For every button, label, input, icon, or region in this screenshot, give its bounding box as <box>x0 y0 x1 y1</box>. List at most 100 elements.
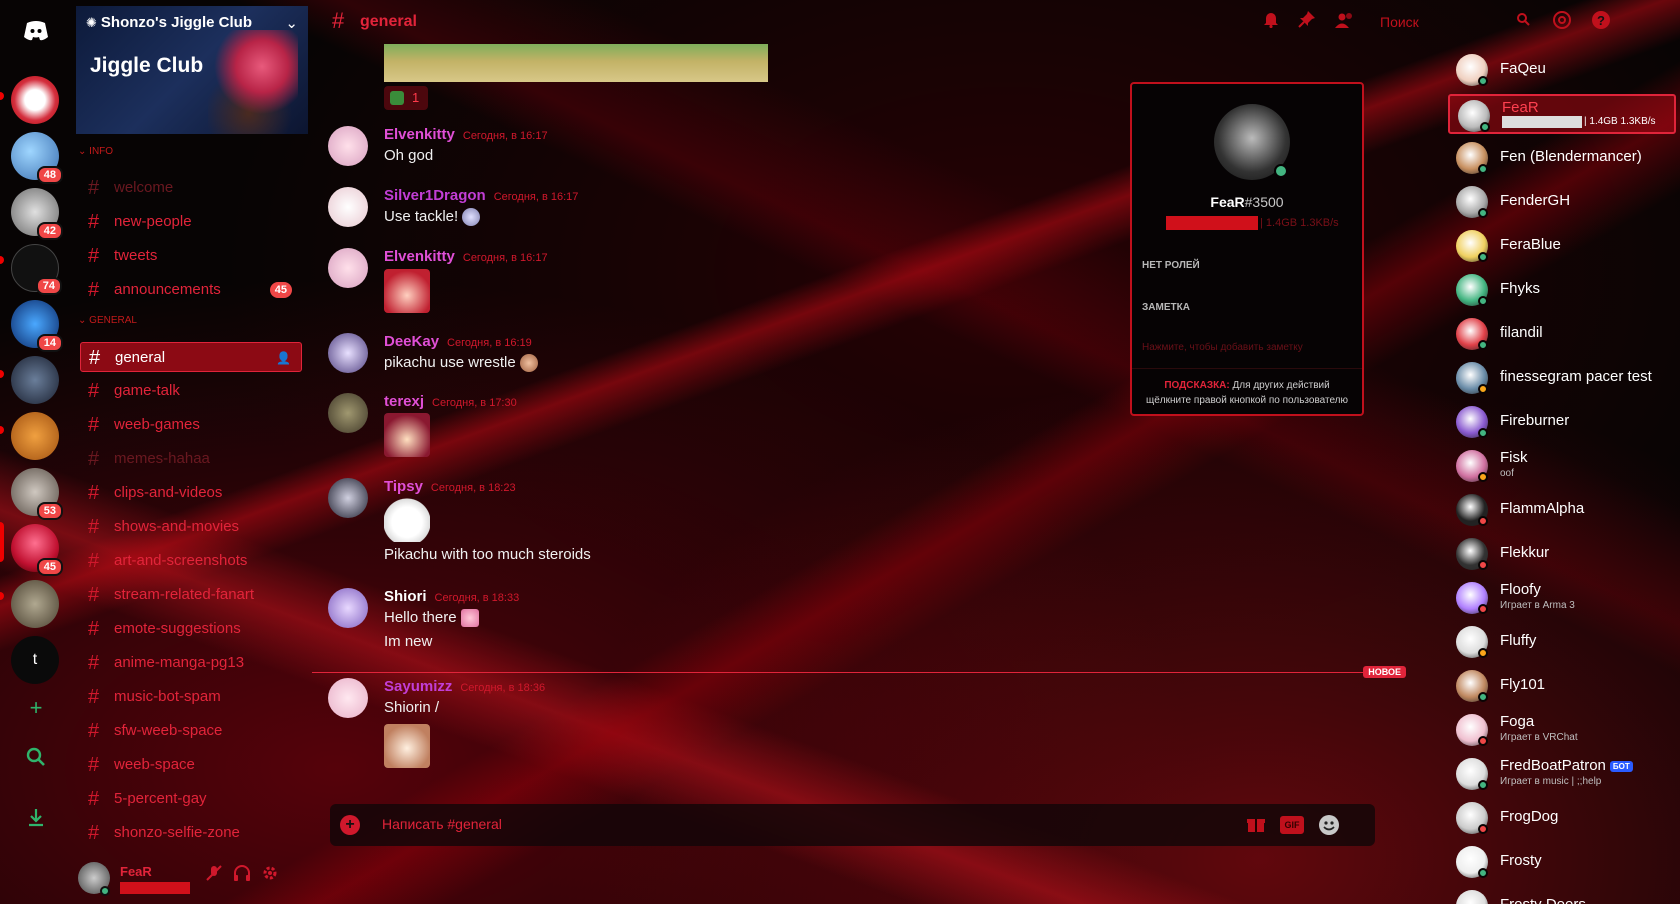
discord-home-icon[interactable] <box>22 20 50 48</box>
author-name[interactable]: Tipsy <box>384 478 423 495</box>
gif-button[interactable]: GIF <box>1280 816 1304 834</box>
member-item[interactable]: FlammAlpha <box>1448 490 1676 530</box>
channel-clips-and-videos[interactable]: # clips-and-videos <box>80 478 302 508</box>
member-item[interactable]: Floofy Играет в Arma 3 <box>1448 578 1676 618</box>
emoji-icon[interactable] <box>519 354 538 373</box>
avatar[interactable] <box>328 393 368 433</box>
emoji-icon[interactable] <box>460 609 479 628</box>
search-servers-icon[interactable] <box>22 746 50 774</box>
message-author[interactable]: terexj Сегодня, в 17:30 <box>384 393 517 410</box>
author-name[interactable]: Sayumizz <box>384 678 452 695</box>
message-author[interactable]: Silver1Dragon Сегодня, в 16:17 <box>384 187 578 204</box>
embedded-image[interactable] <box>384 44 768 82</box>
avatar[interactable] <box>328 478 368 518</box>
channel-new-people[interactable]: # new-people <box>80 207 302 237</box>
emote-sticker[interactable] <box>384 269 430 313</box>
message-author[interactable]: Elvenkitty Сегодня, в 16:17 <box>384 248 548 265</box>
emote-sticker[interactable] <box>384 413 430 457</box>
avatar[interactable] <box>328 187 368 227</box>
invite-member-icon[interactable]: 👤 <box>276 343 291 373</box>
message-author[interactable]: Elvenkitty Сегодня, в 16:17 <box>384 126 548 143</box>
add-server-icon[interactable]: + <box>22 694 50 722</box>
channel-anime-manga-pg13[interactable]: # anime-manga-pg13 <box>80 648 302 678</box>
member-item[interactable]: Fhyks <box>1448 270 1676 310</box>
channel-welcome[interactable]: # welcome <box>80 173 302 203</box>
channel-general[interactable]: # general 👤 <box>80 342 302 372</box>
server-icon[interactable]: 74 <box>11 244 62 295</box>
author-name[interactable]: terexj <box>384 393 424 410</box>
channel-shows-and-movies[interactable]: # shows-and-movies <box>80 512 302 542</box>
gift-icon[interactable] <box>1245 814 1267 836</box>
channel-announcements[interactable]: # announcements 45 <box>80 275 302 305</box>
pin-icon[interactable] <box>1295 10 1319 34</box>
member-item[interactable]: Fireburner <box>1448 402 1676 442</box>
avatar[interactable] <box>328 333 368 373</box>
channel-stream-related-fanart[interactable]: # stream-related-fanart <box>80 580 302 610</box>
author-name[interactable]: Shiori <box>384 588 427 605</box>
member-item[interactable]: Fen (Blendermancer) <box>1448 138 1676 178</box>
message-author[interactable]: Sayumizz Сегодня, в 18:36 <box>384 678 545 695</box>
help-icon[interactable]: ? <box>1589 10 1613 34</box>
author-name[interactable]: DeeKay <box>384 333 439 350</box>
channel-shonzo-selfie-zone[interactable]: # shonzo-selfie-zone <box>80 818 302 848</box>
message-composer[interactable]: + Написать #general GIF <box>330 804 1375 846</box>
category-info[interactable]: INFO <box>78 146 113 157</box>
server-icon[interactable] <box>11 580 59 628</box>
emoji-icon[interactable] <box>462 208 481 227</box>
server-icon[interactable] <box>11 76 59 124</box>
members-list-icon[interactable] <box>1333 10 1357 34</box>
message-author[interactable]: Tipsy Сегодня, в 18:23 <box>384 478 516 495</box>
avatar[interactable] <box>328 588 368 628</box>
member-item[interactable]: filandil <box>1448 314 1676 354</box>
category-general[interactable]: GENERAL <box>78 315 137 326</box>
chevron-down-icon[interactable]: ⌄ <box>285 14 298 32</box>
emote-sticker[interactable] <box>384 498 430 542</box>
avatar[interactable] <box>328 126 368 166</box>
server-banner[interactable]: Shonzo's Jiggle Club ⌄ Jiggle Club <box>76 6 308 134</box>
member-item[interactable]: Frosty Deers <box>1448 886 1676 904</box>
member-item[interactable]: Fly101 <box>1448 666 1676 706</box>
search-input[interactable]: Поиск <box>1380 10 1530 34</box>
channel-game-talk[interactable]: # game-talk <box>80 376 302 406</box>
channel-sfw-weeb-space[interactable]: # sfw-weeb-space <box>80 716 302 746</box>
upload-plus-icon[interactable]: + <box>340 815 360 835</box>
avatar[interactable] <box>1456 890 1488 904</box>
server-icon-text[interactable]: t <box>11 636 59 684</box>
member-item[interactable]: finessegram pacer test <box>1448 358 1676 398</box>
channel-art-and-screenshots[interactable]: # art-and-screenshots <box>80 546 302 576</box>
avatar[interactable] <box>328 678 368 718</box>
message-author[interactable]: DeeKay Сегодня, в 16:19 <box>384 333 532 350</box>
author-name[interactable]: Silver1Dragon <box>384 187 486 204</box>
member-item[interactable]: Foga Играет в VRChat <box>1448 710 1676 750</box>
server-icon[interactable] <box>11 356 59 404</box>
channel-5-percent-gay[interactable]: #5-percent-gay <box>80 784 302 814</box>
server-icon[interactable] <box>11 412 59 460</box>
author-name[interactable]: Elvenkitty <box>384 248 455 265</box>
member-item[interactable]: Frosty <box>1448 842 1676 882</box>
settings-gear-icon[interactable] <box>258 864 282 888</box>
notification-bell-icon[interactable] <box>1259 10 1283 34</box>
channel-music-bot-spam[interactable]: # music-bot-spam <box>80 682 302 712</box>
mute-mic-icon[interactable] <box>202 864 226 888</box>
member-item[interactable]: FaQeu <box>1448 50 1676 90</box>
member-item[interactable]: FredBoatPatron БОТ Играет в music | ;;help <box>1448 754 1676 794</box>
avatar[interactable] <box>328 248 368 288</box>
emoji-picker-icon[interactable] <box>1318 814 1340 836</box>
server-icon[interactable]: 42 <box>11 188 63 240</box>
member-item[interactable]: FeaR | 1.4GB 1.3KB/s <box>1448 94 1676 134</box>
member-item[interactable]: Fluffy <box>1448 622 1676 662</box>
channel-weeb-space[interactable]: # weeb-space <box>80 750 302 780</box>
server-icon[interactable]: 53 <box>11 468 63 520</box>
note-input[interactable]: Нажмите, чтобы добавить заметку <box>1142 342 1303 353</box>
message-author[interactable]: Shiori Сегодня, в 18:33 <box>384 588 519 605</box>
member-item[interactable]: FeraBlue <box>1448 226 1676 266</box>
channel-weeb-games[interactable]: # weeb-games <box>80 410 302 440</box>
server-icon[interactable]: 45 <box>11 524 63 576</box>
member-item[interactable]: FrogDog <box>1448 798 1676 838</box>
server-icon[interactable]: 14 <box>11 300 63 352</box>
mention-icon[interactable] <box>1550 10 1574 34</box>
reaction-button[interactable]: 1 <box>384 86 428 110</box>
channel-memes-hahaa[interactable]: # memes-hahaa <box>80 444 302 474</box>
message-input[interactable]: Написать #general <box>382 816 502 832</box>
member-item[interactable]: Fisk oof <box>1448 446 1676 486</box>
